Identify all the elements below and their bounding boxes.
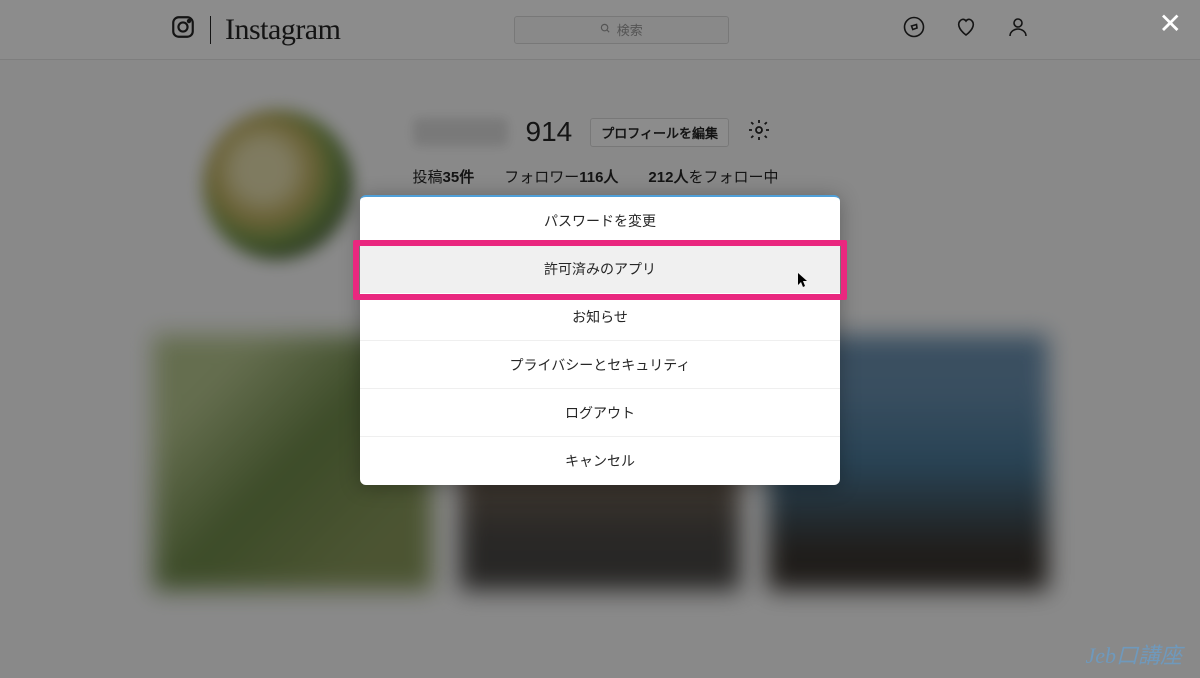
close-icon[interactable]: ✕ <box>1159 10 1182 38</box>
modal-item-logout[interactable]: ログアウト <box>360 389 840 437</box>
modal-item-privacy-security[interactable]: プライバシーとセキュリティ <box>360 341 840 389</box>
watermark: Jeb口講座 <box>1085 638 1182 670</box>
modal-item-authorized-apps[interactable]: 許可済みのアプリ <box>360 245 840 293</box>
settings-modal: パスワードを変更 許可済みのアプリ お知らせ プライバシーとセキュリティ ログア… <box>360 195 840 485</box>
modal-item-change-password[interactable]: パスワードを変更 <box>360 197 840 245</box>
modal-item-notifications[interactable]: お知らせ <box>360 293 840 341</box>
modal-item-cancel[interactable]: キャンセル <box>360 437 840 485</box>
